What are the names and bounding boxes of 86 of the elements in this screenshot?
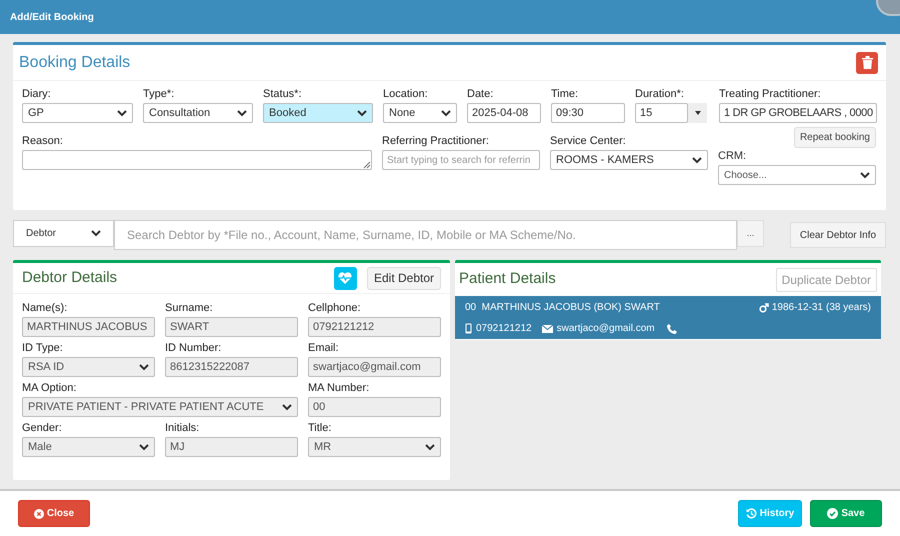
history-icon <box>746 508 757 519</box>
input-field[interactable]: MJ <box>165 437 298 457</box>
field-label: MA Option: <box>22 382 78 395</box>
chevron-icon <box>282 404 292 410</box>
repeat-booking-button[interactable]: Repeat booking <box>794 127 876 148</box>
panel-title: Patient Details <box>459 269 556 290</box>
field-label: Title: <box>308 422 332 435</box>
field-label: Surname: <box>165 302 214 315</box>
chevron-icon <box>357 110 367 116</box>
close-button[interactable]: Close <box>18 500 90 527</box>
field-label: Service Center: <box>550 135 627 148</box>
patient-card[interactable]: 00 MARTHINUS JACOBUS (BOK) SWART 1986-12-31 (38 years) 0792121212 swartjaco@gmail.com <box>455 296 881 339</box>
patient-email: swartjaco@gmail.com <box>556 322 655 336</box>
field-label: Cellphone: <box>308 302 362 315</box>
select-field[interactable]: None <box>383 103 457 123</box>
field-label: Gender: <box>22 422 63 435</box>
male-icon <box>758 302 769 312</box>
field-label: CRM: <box>718 150 748 163</box>
field-label: Diary: <box>22 88 52 101</box>
input-field[interactable]: swartjaco@gmail.com <box>308 357 441 377</box>
input-field[interactable]: 2025-04-08 <box>467 103 541 123</box>
chevron-icon <box>237 110 247 116</box>
field-label: Time: <box>551 88 580 101</box>
field-label: Initials: <box>165 422 200 435</box>
input-field[interactable]: 0792121212 <box>308 317 441 337</box>
resize-grip-icon <box>362 160 371 169</box>
field-label: Date: <box>467 88 494 101</box>
patient-age: (38 years) <box>826 301 871 315</box>
input-field[interactable]: 1 DR GP GROBELAARS , 0000 <box>719 103 877 123</box>
input-field[interactable]: 8612315222087 <box>165 357 298 377</box>
delete-button[interactable] <box>856 52 878 74</box>
edit-debtor-button[interactable]: Edit Debtor <box>366 266 441 290</box>
select-field[interactable]: Choose... <box>718 165 876 185</box>
chevron-icon <box>91 230 101 237</box>
select-field[interactable]: RSA ID <box>22 357 155 377</box>
dropdown-button[interactable] <box>688 103 707 123</box>
input-field[interactable]: MARTHINUS JACOBUS <box>22 317 155 337</box>
chevron-icon <box>139 444 149 450</box>
caret-icon <box>694 111 700 115</box>
field-label: Email: <box>308 342 340 355</box>
chevron-icon <box>139 364 149 370</box>
mail-icon <box>542 324 553 332</box>
select-field[interactable]: ROOMS - KAMERS <box>550 150 708 170</box>
patient-name: 00 MARTHINUS JACOBUS (BOK) SWART <box>465 301 660 315</box>
window-title: Add/Edit Booking <box>10 10 94 24</box>
input-field[interactable]: 15 <box>635 103 688 123</box>
chevron-icon <box>441 110 451 116</box>
select-field[interactable]: Male <box>22 437 155 457</box>
chevron-icon <box>425 444 435 450</box>
clear-debtor-button[interactable]: Clear Debtor Info <box>790 222 886 248</box>
select-field[interactable]: GP <box>22 103 133 123</box>
field-label: Type*: <box>143 88 176 101</box>
birth-date: 1986-12-31 <box>772 301 823 315</box>
field-label: Reason: <box>22 135 64 148</box>
check-circle-icon <box>827 508 838 519</box>
debtor-type-select[interactable]: Debtor <box>13 220 114 247</box>
select-field[interactable]: PRIVATE PATIENT - PRIVATE PATIENT ACUTE <box>22 397 298 417</box>
input-field[interactable]: 09:30 <box>551 103 625 123</box>
input-field[interactable]: 00 <box>308 397 441 417</box>
trash-icon <box>862 56 872 69</box>
panel-title: Debtor Details <box>22 268 118 288</box>
input-field[interactable]: SWART <box>165 317 298 337</box>
field-label: Name(s): <box>22 302 68 315</box>
field-label: Duration*: <box>635 88 685 101</box>
chevron-icon <box>860 172 870 178</box>
field-label: ID Type: <box>22 342 64 355</box>
health-button[interactable] <box>334 266 357 290</box>
select-field[interactable]: Booked <box>263 103 373 123</box>
chevron-icon <box>117 110 127 116</box>
patient-mobile: 0792121212 <box>476 322 532 336</box>
field-label: ID Number: <box>165 342 222 355</box>
field-label: Treating Practitioner: <box>719 88 822 101</box>
panel-title: Booking Details <box>19 52 130 72</box>
field-label: Location: <box>383 88 429 101</box>
field-label: MA Number: <box>308 382 370 395</box>
select-field[interactable]: MR <box>308 437 441 457</box>
chevron-icon <box>692 156 702 164</box>
field-label: Status*: <box>263 88 303 101</box>
heart-pulse-icon <box>338 272 352 284</box>
more-button[interactable]: ... <box>737 220 764 247</box>
mobile-phone-icon <box>465 323 472 334</box>
field-label: Referring Practitioner: <box>382 135 490 148</box>
text-area[interactable] <box>22 150 372 170</box>
select-field[interactable]: Consultation <box>143 103 253 123</box>
close-icon <box>34 508 44 518</box>
phone-icon <box>666 324 677 334</box>
